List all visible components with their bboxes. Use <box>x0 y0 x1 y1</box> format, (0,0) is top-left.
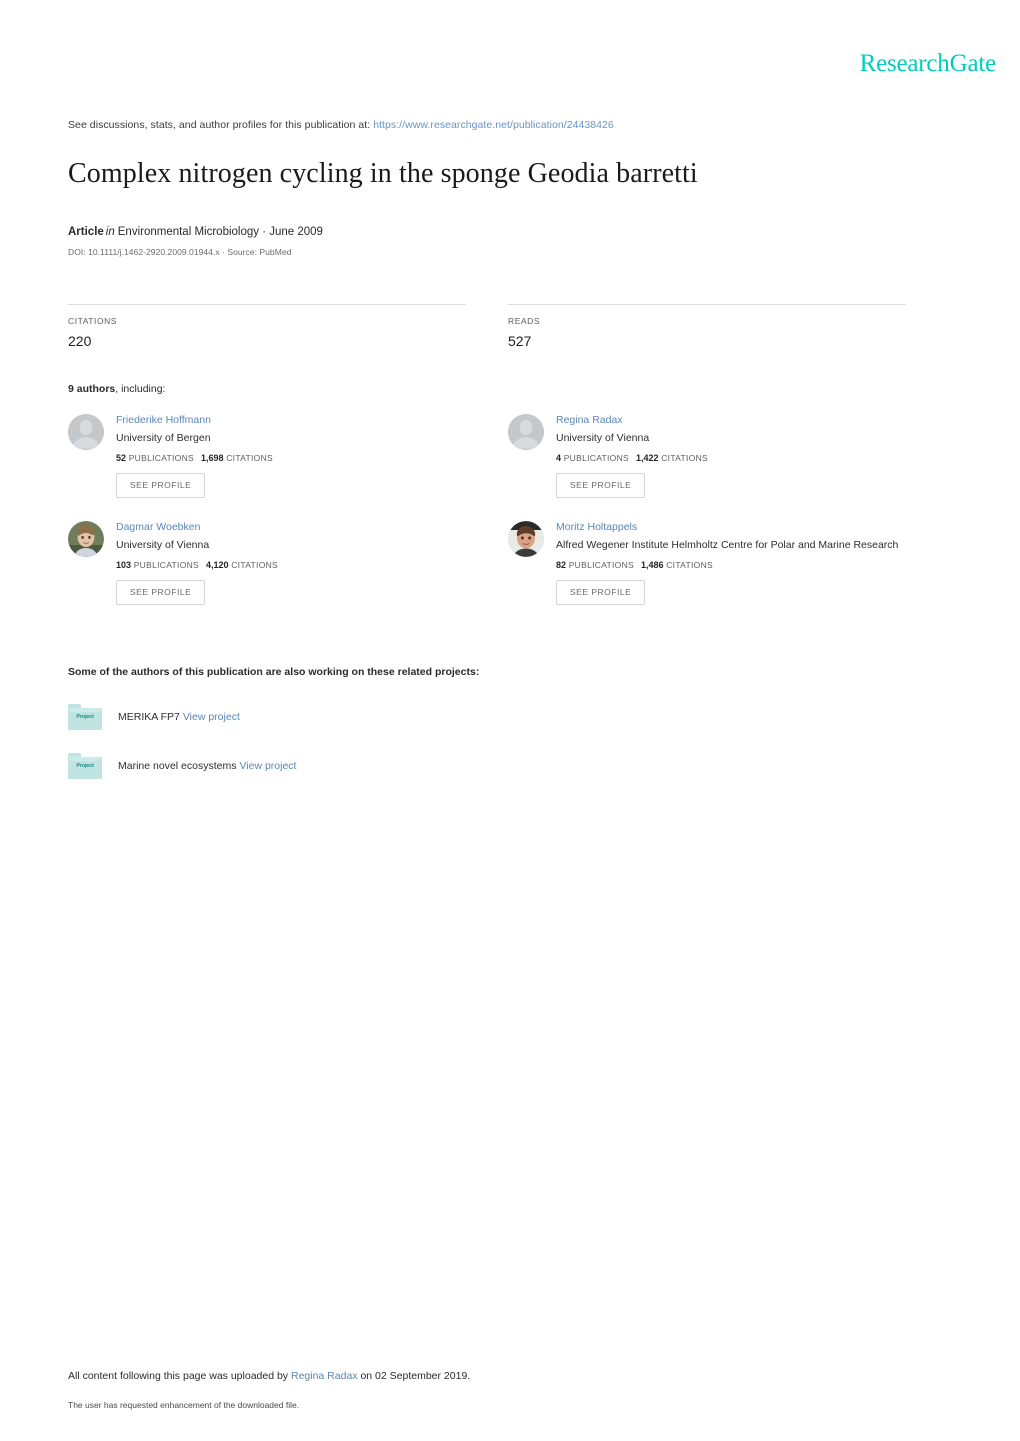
stat-reads-label: READS <box>508 316 541 326</box>
page-title: Complex nitrogen cycling in the sponge G… <box>68 158 698 189</box>
authors-count-heading: 9 authors, including: <box>68 383 952 395</box>
author-name-link[interactable]: Regina Radax <box>556 413 708 427</box>
article-meta-line: Article in Environmental Microbiology · Ju… <box>68 224 952 240</box>
authors-count: 9 authors <box>68 383 116 395</box>
article-in-word: in <box>105 226 115 238</box>
author-affiliation: University of Vienna <box>556 432 650 444</box>
author-metrics: 4 PUBLICATIONS 1,422 CITATIONS <box>556 452 708 464</box>
author-card: Regina Radax University of Vienna 4 PUBL… <box>508 412 948 498</box>
discussion-prefix-text: See discussions, stats, and author profi… <box>68 119 371 131</box>
author-citations-count: 1,422 <box>636 453 659 463</box>
photo-avatar-icon <box>508 521 544 557</box>
author-citations-count: 1,486 <box>641 560 664 570</box>
stat-reads-value: 527 <box>508 333 532 349</box>
view-project-link[interactable]: View project <box>239 760 296 772</box>
author-citations-count: 1,698 <box>201 453 224 463</box>
project-text: MERIKA FP7 View project <box>118 710 240 725</box>
author-card: Dagmar Woebken University of Vienna 103 … <box>68 519 508 605</box>
project-folder-icon-label: Project <box>76 714 94 720</box>
author-publications-count: 52 <box>116 453 127 463</box>
stat-reads: READS 527 <box>508 304 906 350</box>
journal-and-date: Environmental Microbiology · June 2009 <box>117 226 323 238</box>
author-affiliation: Alfred Wegener Institute Helmholtz Centr… <box>556 539 899 551</box>
stat-divider <box>68 304 466 305</box>
author-info: Regina Radax University of Vienna 4 PUBL… <box>556 412 708 498</box>
page-footer: All content following this page was uplo… <box>68 1369 952 1411</box>
see-profile-button[interactable]: SEE PROFILE <box>116 580 206 605</box>
stat-citations-label: CITATIONS <box>68 316 118 326</box>
author-metrics: 103 PUBLICATIONS 4,120 CITATIONS <box>116 559 278 571</box>
authors-grid: Friederike Hoffmann University of Bergen… <box>68 412 952 626</box>
stat-citations: CITATIONS 220 <box>68 304 466 350</box>
related-projects-heading: Some of the authors of this publication … <box>68 666 480 678</box>
placeholder-avatar-icon <box>508 414 544 450</box>
publication-cover-page: ResearchGate See discussions, stats, and… <box>0 0 1020 1441</box>
author-card: Friederike Hoffmann University of Bergen… <box>68 412 508 498</box>
author-info: Moritz Holtappels Alfred Wegener Institu… <box>556 519 898 605</box>
author-card: Moritz Holtappels Alfred Wegener Institu… <box>508 519 948 605</box>
placeholder-avatar-icon <box>68 414 104 450</box>
project-name: MERIKA FP7 <box>118 710 180 723</box>
view-project-link[interactable]: View project <box>183 711 240 723</box>
author-info: Dagmar Woebken University of Vienna 103 … <box>116 519 278 605</box>
citations-label: CITATIONS <box>226 453 273 463</box>
project-folder-icon: Project <box>68 753 102 779</box>
project-row: Project MERIKA FP7 View project <box>68 704 952 730</box>
project-folder-icon-label: Project <box>76 763 94 769</box>
publications-label: PUBLICATIONS <box>133 560 200 570</box>
author-name-link[interactable]: Moritz Holtappels <box>556 520 898 534</box>
publications-label: PUBLICATIONS <box>128 453 195 463</box>
author-citations-count: 4,120 <box>206 560 229 570</box>
author-publications-count: 103 <box>116 560 132 570</box>
publications-label: PUBLICATIONS <box>568 560 635 570</box>
citations-label: CITATIONS <box>666 560 713 570</box>
stats-row: CITATIONS 220 READS 527 <box>68 304 952 350</box>
author-affiliation: University of Bergen <box>116 432 211 444</box>
publications-label: PUBLICATIONS <box>563 453 630 463</box>
citations-label: CITATIONS <box>231 560 279 570</box>
author-publications-count: 82 <box>556 560 567 570</box>
project-folder-icon: Project <box>68 704 102 730</box>
article-type-label: Article <box>68 226 104 238</box>
upload-note: All content following this page was uplo… <box>68 1369 952 1384</box>
project-text: Marine novel ecosystems View project <box>118 759 296 774</box>
author-name-link[interactable]: Friederike Hoffmann <box>116 413 273 427</box>
author-info: Friederike Hoffmann University of Bergen… <box>116 412 273 498</box>
photo-avatar-icon <box>68 521 104 557</box>
see-profile-button[interactable]: SEE PROFILE <box>116 473 206 498</box>
doi-source-line: DOI: 10.1111/j.1462-2920.2009.01944.x · … <box>68 247 292 257</box>
author-metrics: 52 PUBLICATIONS 1,698 CITATIONS <box>116 452 273 464</box>
stat-divider <box>508 304 906 305</box>
main-content: See discussions, stats, and author profi… <box>68 118 952 779</box>
citations-label: CITATIONS <box>661 453 708 463</box>
see-profile-button[interactable]: SEE PROFILE <box>556 473 646 498</box>
author-name-link[interactable]: Dagmar Woebken <box>116 520 278 534</box>
discussion-line: See discussions, stats, and author profi… <box>68 118 952 132</box>
author-affiliation: University of Vienna <box>116 539 210 551</box>
publication-url-link[interactable]: https://www.researchgate.net/publication… <box>373 119 614 131</box>
author-publications-count: 4 <box>556 453 562 463</box>
upload-prefix: All content following this page was uplo… <box>68 1370 289 1382</box>
uploader-link[interactable]: Regina Radax <box>291 1370 358 1382</box>
researchgate-logo[interactable]: ResearchGate <box>860 50 997 78</box>
project-row: Project Marine novel ecosystems View proj… <box>68 753 952 779</box>
stat-citations-value: 220 <box>68 333 92 349</box>
see-profile-button[interactable]: SEE PROFILE <box>556 580 646 605</box>
project-name: Marine novel ecosystems <box>118 759 237 772</box>
upload-suffix: on 02 September 2019. <box>360 1370 471 1382</box>
enhancement-note: The user has requested enhancement of th… <box>68 1400 300 1410</box>
author-metrics: 82 PUBLICATIONS 1,486 CITATIONS <box>556 559 898 571</box>
authors-count-suffix: , including: <box>115 383 166 395</box>
